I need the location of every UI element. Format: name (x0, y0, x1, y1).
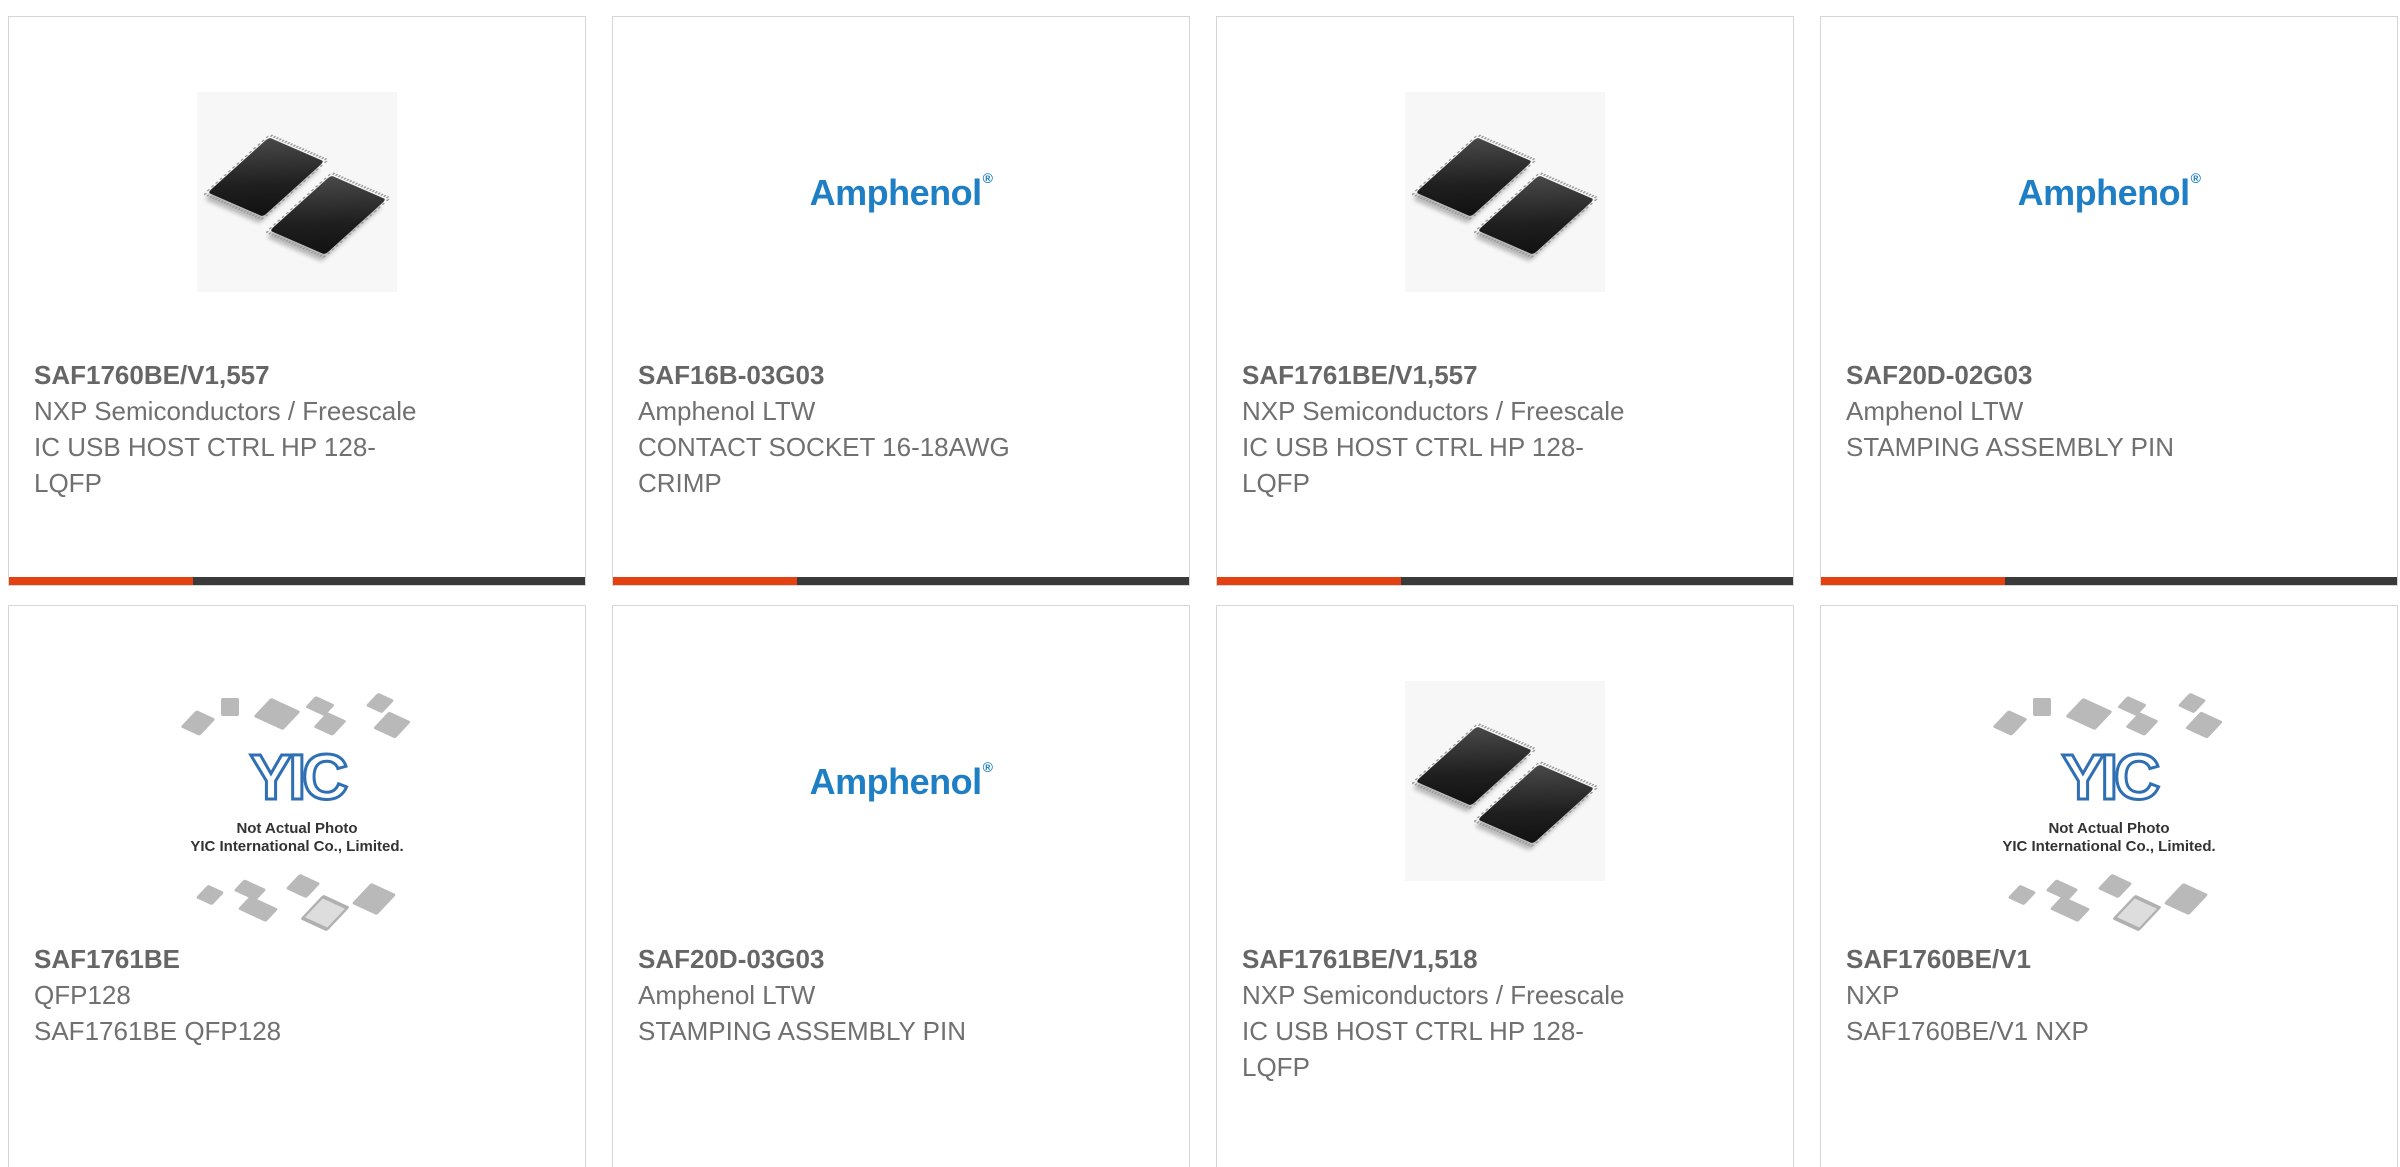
yic-caption: YIC International Co., Limited. (190, 838, 404, 855)
ic-chip-image (197, 92, 397, 292)
product-image[interactable] (1400, 87, 1610, 297)
product-grid: SAF1760BE/V1,557 NXP Semiconductors / Fr… (0, 0, 2400, 1167)
product-card[interactable]: Amphenol® SAF20D-03G03 Amphenol LTW STAM… (612, 605, 1190, 1167)
manufacturer: NXP Semiconductors / Freescale (1242, 980, 1625, 1010)
amphenol-logo: Amphenol® (809, 759, 993, 802)
description: STAMPING ASSEMBLY PIN (1846, 432, 2174, 462)
manufacturer: Amphenol LTW (1846, 396, 2024, 426)
ic-chip-image (1405, 92, 1605, 292)
yic-caption: Not Actual Photo (236, 820, 358, 837)
ic-chip-image (1405, 681, 1605, 881)
product-image[interactable]: Amphenol® (796, 676, 1006, 886)
manufacturer: QFP128 (34, 980, 131, 1010)
part-number[interactable]: SAF20D-03G03 (638, 941, 1078, 977)
description: LQFP (1242, 1052, 1310, 1082)
yic-logo: YIC (248, 740, 350, 815)
yic-placeholder-image: YIC Not Actual Photo YIC International C… (1969, 688, 2249, 932)
product-card[interactable]: SAF1761BE/V1,518 NXP Semiconductors / Fr… (1216, 605, 1794, 1167)
progress-fill (613, 577, 798, 585)
progress-fill (9, 577, 194, 585)
product-card[interactable]: SAF1761BE/V1,557 NXP Semiconductors / Fr… (1216, 16, 1794, 586)
part-number[interactable]: SAF20D-02G03 (1846, 357, 2286, 393)
product-image[interactable]: YIC Not Actual Photo YIC International C… (157, 688, 437, 932)
description: SAF1761BE QFP128 (34, 1016, 282, 1046)
description: LQFP (34, 468, 102, 498)
yic-caption: Not Actual Photo (2048, 820, 2170, 837)
yic-placeholder-image: YIC Not Actual Photo YIC International C… (157, 688, 437, 932)
description: IC USB HOST CTRL HP 128- (1242, 432, 1584, 462)
part-number[interactable]: SAF1761BE/V1,518 (1242, 941, 1682, 977)
manufacturer: Amphenol LTW (638, 396, 816, 426)
manufacturer: NXP Semiconductors / Freescale (34, 396, 417, 426)
part-number[interactable]: SAF1760BE/V1,557 (34, 357, 474, 393)
yic-caption: YIC International Co., Limited. (2002, 838, 2216, 855)
product-image[interactable] (192, 87, 402, 297)
part-number[interactable]: SAF1761BE/V1,557 (1242, 357, 1682, 393)
part-number[interactable]: SAF1761BE (34, 941, 474, 977)
description: CONTACT SOCKET 16-18AWG (638, 432, 1010, 462)
progress-fill (1217, 577, 1402, 585)
description: SAF1760BE/V1 NXP (1846, 1016, 2089, 1046)
product-image[interactable]: YIC Not Actual Photo YIC International C… (1969, 688, 2249, 932)
manufacturer: Amphenol LTW (638, 980, 816, 1010)
product-card[interactable]: SAF1760BE/V1,557 NXP Semiconductors / Fr… (8, 16, 586, 586)
description: LQFP (1242, 468, 1310, 498)
manufacturer: NXP Semiconductors / Freescale (1242, 396, 1625, 426)
progress-bar (1217, 577, 1793, 585)
amphenol-logo: Amphenol® (2017, 170, 2201, 213)
part-number[interactable]: SAF16B-03G03 (638, 357, 1078, 393)
description: STAMPING ASSEMBLY PIN (638, 1016, 966, 1046)
product-card[interactable]: YIC Not Actual Photo YIC International C… (8, 605, 586, 1167)
manufacturer: NXP (1846, 980, 1900, 1010)
description: IC USB HOST CTRL HP 128- (34, 432, 376, 462)
product-card[interactable]: Amphenol® SAF16B-03G03 Amphenol LTW CONT… (612, 16, 1190, 586)
progress-bar (1821, 577, 2397, 585)
amphenol-logo: Amphenol® (809, 170, 993, 213)
progress-fill (1821, 577, 2006, 585)
product-card[interactable]: YIC Not Actual Photo YIC International C… (1820, 605, 2398, 1167)
progress-bar (613, 577, 1189, 585)
description: CRIMP (638, 468, 722, 498)
yic-logo: YIC (2060, 740, 2162, 815)
product-image[interactable]: Amphenol® (2004, 87, 2214, 297)
description: IC USB HOST CTRL HP 128- (1242, 1016, 1584, 1046)
product-card[interactable]: Amphenol® SAF20D-02G03 Amphenol LTW STAM… (1820, 16, 2398, 586)
product-image[interactable]: Amphenol® (796, 87, 1006, 297)
progress-bar (9, 577, 585, 585)
part-number[interactable]: SAF1760BE/V1 (1846, 941, 2286, 977)
product-image[interactable] (1400, 676, 1610, 886)
